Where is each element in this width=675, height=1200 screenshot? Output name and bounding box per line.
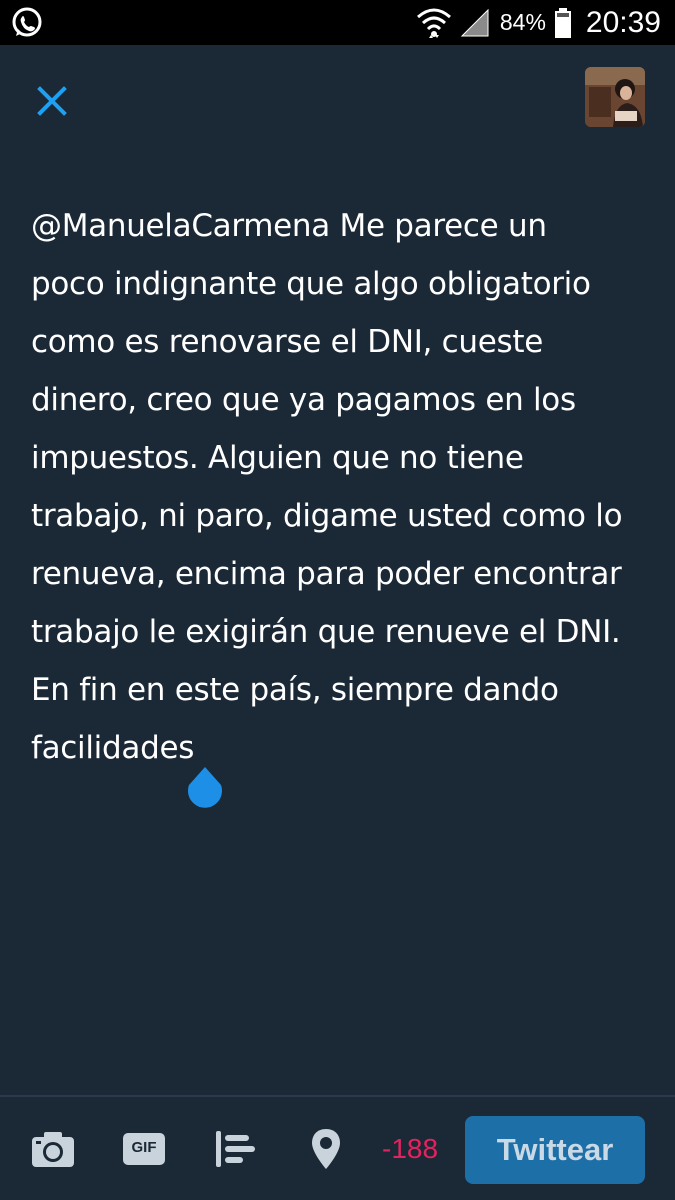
gif-button[interactable]: GIF	[122, 1127, 166, 1171]
status-bar: 84% 20:39	[0, 0, 675, 45]
battery-percent: 84%	[499, 9, 546, 35]
whatsapp-icon	[10, 6, 44, 40]
tweet-line: poco indignante que algo obligatorio	[31, 266, 591, 302]
tweet-line: como es renovarse el DNI, cueste	[31, 324, 544, 360]
tweet-input[interactable]: @ManuelaCarmena Me parece un poco indign…	[31, 197, 646, 777]
tweet-line: @ManuelaCarmena Me parece un	[31, 208, 547, 244]
location-button[interactable]	[310, 1127, 342, 1171]
camera-button[interactable]	[30, 1127, 76, 1171]
camera-icon	[32, 1132, 74, 1167]
tweet-line: trabajo le exigirán que renueve el DNI.	[31, 614, 621, 650]
tweet-line: En fin en este país, siempre dando	[31, 672, 559, 708]
character-count: -188	[382, 1133, 439, 1164]
compose-toolbar: GIF -188 Twittear	[0, 1095, 675, 1200]
gif-label: GIF	[131, 1139, 157, 1156]
tweet-line: trabajo, ni paro, digame usted como lo	[31, 498, 623, 534]
wifi-icon	[416, 5, 452, 41]
location-icon	[312, 1129, 340, 1169]
status-indicators: 84% 20:39	[416, 0, 661, 45]
tweet-line: renueva, encima para poder encontrar	[31, 556, 622, 592]
clock: 20:39	[585, 5, 661, 39]
avatar[interactable]	[585, 67, 645, 127]
signal-icon	[460, 8, 490, 38]
text-cursor-handle[interactable]	[186, 765, 224, 811]
tweet-line: impuestos. Alguien que no tiene	[31, 440, 524, 476]
close-icon	[37, 86, 67, 116]
close-button[interactable]	[30, 79, 74, 123]
poll-button[interactable]	[214, 1127, 258, 1171]
tweet-button[interactable]: Twittear	[465, 1116, 645, 1184]
poll-icon	[216, 1131, 255, 1167]
battery-icon	[554, 7, 572, 38]
compose-area: @ManuelaCarmena Me parece un poco indign…	[0, 45, 675, 1095]
tweet-line: dinero, creo que ya pagamos en los	[31, 382, 576, 418]
tweet-line: facilidades	[31, 730, 195, 766]
